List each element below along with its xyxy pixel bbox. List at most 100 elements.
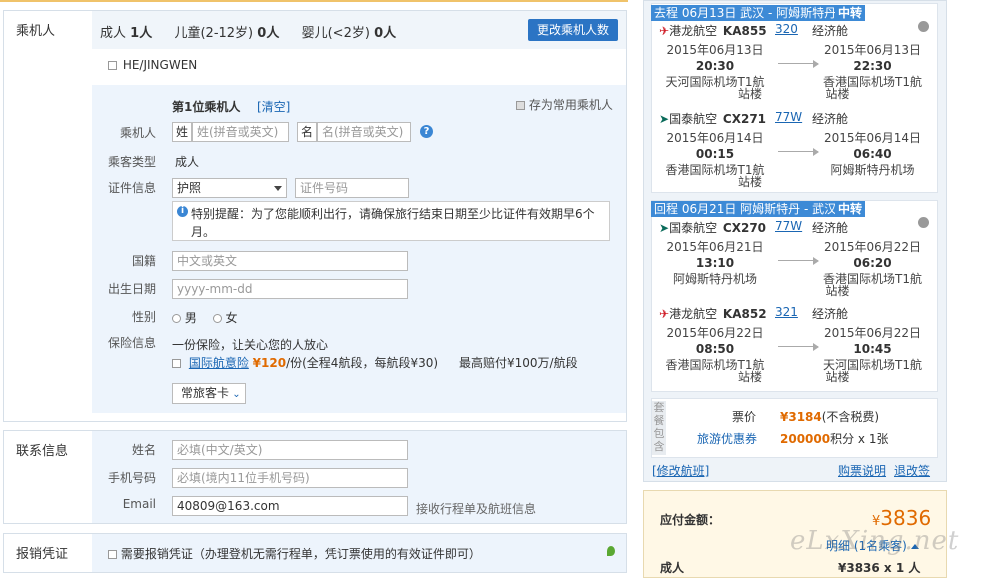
flight-code: KA852 bbox=[722, 307, 767, 321]
arrival-date: 2015年06月14日 bbox=[823, 131, 922, 145]
total-adult-value: ¥3836 x 1 人 bbox=[838, 561, 921, 575]
birth-date-label: 出生日期 bbox=[107, 282, 156, 296]
adult-label: 成人 bbox=[100, 26, 127, 41]
flight-code: CX271 bbox=[722, 112, 767, 126]
passenger-section-label: 乘机人 bbox=[16, 24, 56, 39]
contact-name-input[interactable]: 必填(中文/英文) bbox=[172, 440, 408, 460]
outbound-transfer-badge: 中转 bbox=[835, 5, 866, 21]
invoice-section-label: 报销凭证 bbox=[16, 547, 69, 562]
surname-input[interactable]: 姓(拼音或英文) bbox=[192, 122, 289, 142]
contact-email-note: 接收行程单及航班信息 bbox=[416, 502, 537, 516]
clear-form-link[interactable]: [清空] bbox=[257, 98, 290, 115]
gender-female-label: 女 bbox=[225, 311, 238, 325]
ticket-price-note: (不含税费) bbox=[821, 410, 880, 424]
notice-text: 为了您能顺利出行，请确保旅行结束日期至少比证件有效期早6个 bbox=[251, 207, 595, 221]
gender-male-radio[interactable] bbox=[172, 314, 181, 323]
airline-name: 港龙航空 bbox=[669, 24, 718, 38]
child-label: 儿童(2-12岁) bbox=[174, 26, 254, 41]
contact-phone-label: 手机号码 bbox=[107, 471, 156, 485]
info-icon: i bbox=[177, 206, 188, 217]
package-panel bbox=[651, 398, 938, 458]
dragonair-logo-icon: ✈ bbox=[659, 307, 670, 321]
notice-title: 特别提醒： bbox=[191, 207, 252, 221]
given-name-tag: 名 bbox=[297, 122, 317, 142]
coupon-value: 200000 bbox=[780, 432, 831, 446]
aircraft-type-link[interactable]: 321 bbox=[775, 305, 798, 319]
flight-arrow-icon bbox=[778, 148, 819, 156]
aircraft-type-link[interactable]: 77W bbox=[775, 110, 802, 124]
id-info-label: 证件信息 bbox=[107, 181, 156, 195]
airline-name: 港龙航空 bbox=[669, 307, 718, 321]
gender-female-radio[interactable] bbox=[212, 314, 222, 323]
cabin-class: 经济舱 bbox=[812, 112, 849, 126]
id-number-input[interactable]: 证件号码 bbox=[295, 178, 409, 198]
arrival-time: 06:20 bbox=[853, 256, 892, 270]
flight-arrow-icon bbox=[778, 60, 819, 68]
chevron-down-icon: ⌄ bbox=[229, 389, 241, 400]
insurance-slogan: 一份保险，让关心您的人放心 bbox=[172, 338, 329, 352]
frequent-card-button[interactable]: 常旅客卡 ⌄ bbox=[172, 383, 246, 404]
collapse-icon[interactable] bbox=[918, 21, 929, 32]
departure-time: 00:15 bbox=[695, 147, 735, 161]
child-count: 0人 bbox=[257, 26, 280, 41]
cabin-class: 经济舱 bbox=[812, 24, 849, 38]
flight-arrow-icon bbox=[778, 343, 819, 351]
outbound-header-text: 去程 06月13日 武汉 - 阿姆斯特丹 bbox=[654, 6, 837, 20]
refund-change-link[interactable]: 退改签 bbox=[894, 462, 930, 479]
saved-passenger-checkbox[interactable] bbox=[108, 61, 117, 70]
arrival-date: 2015年06月13日 bbox=[823, 43, 922, 57]
save-frequent-label: 存为常用乘机人 bbox=[528, 98, 613, 112]
dragonair-logo-icon: ✈ bbox=[659, 24, 670, 38]
departure-time: 20:30 bbox=[695, 59, 735, 73]
return-header-text: 回程 06月21日 阿姆斯特丹 - 武汉 bbox=[654, 202, 837, 216]
cabin-class: 经济舱 bbox=[812, 221, 849, 235]
frequent-card-label: 常旅客卡 bbox=[181, 386, 230, 400]
cathay-logo-icon: ➤ bbox=[659, 221, 670, 235]
airline-name: 国泰航空 bbox=[669, 221, 718, 235]
purchase-rules-link[interactable]: 购票说明 bbox=[838, 462, 886, 479]
ticket-price-label: 票价 bbox=[732, 410, 757, 424]
passenger-name-label: 乘机人 bbox=[119, 126, 156, 140]
contact-phone-input[interactable]: 必填(境内11位手机号码) bbox=[172, 468, 408, 488]
modify-flight-link[interactable]: [修改航班] bbox=[652, 462, 709, 479]
contact-name-label: 姓名 bbox=[131, 443, 156, 457]
notice-text-line2: 月。 bbox=[191, 225, 216, 239]
arrival-date: 2015年06月22日 bbox=[823, 240, 922, 254]
birth-date-input[interactable]: yyyy-mm-dd bbox=[172, 279, 408, 299]
departure-date: 2015年06月21日 bbox=[666, 240, 764, 254]
invoice-checkbox[interactable] bbox=[108, 550, 117, 559]
saved-passenger-name: HE/JINGWEN bbox=[122, 58, 198, 72]
departure-time: 13:10 bbox=[695, 256, 735, 270]
departure-date: 2015年06月14日 bbox=[666, 131, 764, 145]
arrival-time: 10:45 bbox=[853, 342, 892, 356]
total-adult-label: 成人 bbox=[660, 561, 685, 575]
coupon-link[interactable]: 旅游优惠券 bbox=[697, 430, 757, 447]
arrival-airport-line2: 站楼 bbox=[825, 284, 850, 298]
invoice-text: 需要报销凭证（办理登机无需行程单，凭订票使用的有效证件即可） bbox=[120, 547, 481, 561]
collapse-icon[interactable] bbox=[918, 217, 929, 228]
passenger-type-value: 成人 bbox=[175, 155, 200, 169]
infant-count: 0人 bbox=[374, 26, 397, 41]
aircraft-type-link[interactable]: 77W bbox=[775, 219, 802, 233]
adult-count: 1人 bbox=[130, 26, 153, 41]
given-name-input[interactable]: 名(拼音或英文) bbox=[317, 122, 411, 142]
insurance-checkbox[interactable] bbox=[172, 359, 181, 368]
flight-arrow-icon bbox=[778, 257, 819, 265]
aircraft-type-link[interactable]: 320 bbox=[775, 22, 798, 36]
cabin-class: 经济舱 bbox=[812, 307, 849, 321]
help-icon[interactable]: ? bbox=[420, 125, 433, 138]
arrival-airport-line2: 站楼 bbox=[825, 370, 850, 384]
contact-email-input[interactable]: 40809@163.com bbox=[172, 496, 408, 516]
flight-code: CX270 bbox=[722, 221, 767, 235]
chevron-down-icon bbox=[274, 186, 282, 191]
insurance-link[interactable]: 国际航意险 bbox=[189, 356, 249, 370]
arrival-airport-line2: 站楼 bbox=[825, 87, 850, 101]
arrival-date: 2015年06月22日 bbox=[823, 326, 922, 340]
change-passenger-count-button[interactable]: 更改乘机人数 bbox=[528, 19, 618, 41]
save-frequent-checkbox[interactable] bbox=[516, 101, 525, 110]
id-type-select[interactable]: 护照 bbox=[172, 178, 287, 198]
infant-label: 婴儿(<2岁) bbox=[301, 26, 370, 41]
contact-section-label: 联系信息 bbox=[16, 444, 69, 459]
return-header: 回程 06月21日 阿姆斯特丹 - 武汉 bbox=[651, 201, 840, 217]
nationality-input[interactable]: 中文或英文 bbox=[172, 251, 408, 271]
